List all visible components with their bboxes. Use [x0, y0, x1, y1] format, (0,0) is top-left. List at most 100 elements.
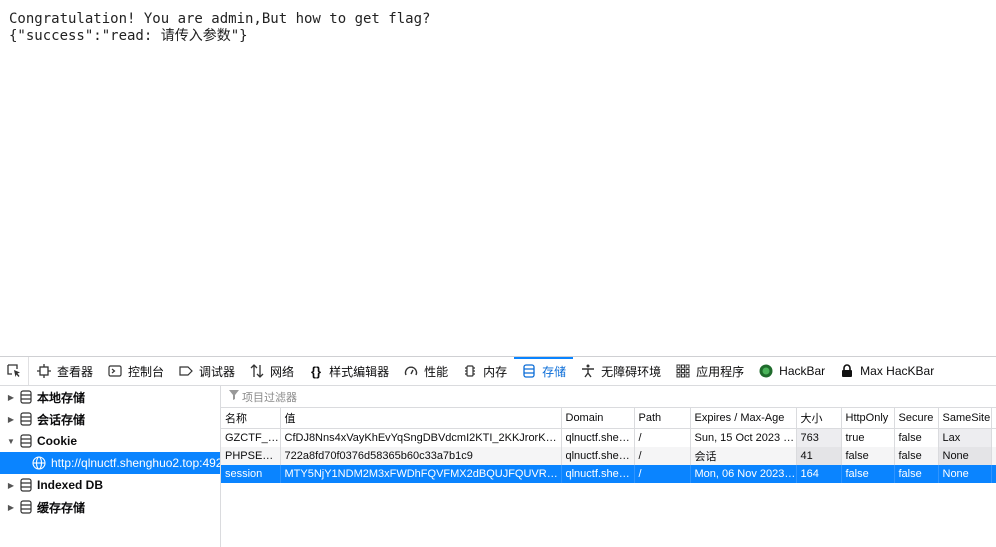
- inspector-icon: [36, 363, 52, 379]
- globe-icon: [32, 456, 46, 470]
- tab-inspector[interactable]: 查看器: [29, 357, 100, 385]
- storage-icon: [521, 363, 537, 379]
- cell: 会话: [690, 447, 797, 465]
- page-message: Congratulation! You are admin,But how to…: [9, 11, 431, 27]
- tree-item-indexed-db[interactable]: ▶ Indexed DB: [0, 474, 220, 496]
- cell: PHPSESSID: [221, 447, 281, 465]
- tree-item-local-storage[interactable]: ▶ 本地存储: [0, 386, 220, 408]
- cell: false: [841, 447, 895, 465]
- cell: None: [938, 447, 992, 465]
- devtools-toolbar: 查看器 控制台 调试器 网络 {} 样式编辑器 性能 内存 存储 无障碍环境 应…: [0, 357, 996, 386]
- cell: 41: [796, 447, 842, 465]
- cell: /: [634, 465, 691, 483]
- cell: qlnuctf.shenghuo2.top: [561, 465, 635, 483]
- performance-icon: [403, 363, 419, 379]
- tab-label: 控制台: [128, 364, 165, 379]
- column-header[interactable]: 最: [991, 408, 996, 429]
- page-content: Congratulation! You are admin,But how to…: [0, 0, 996, 356]
- network-icon: [249, 363, 265, 379]
- cell: false: [894, 465, 939, 483]
- cell: 164: [796, 465, 842, 483]
- tab-label: 存储: [542, 364, 567, 379]
- cell: Lax: [938, 428, 992, 447]
- tab-style-editor[interactable]: {} 样式编辑器: [301, 357, 396, 385]
- cell: MTY5NjY1NDM2M3xFWDhFQVFMX2dBQUJFQUVRQUFB: [280, 465, 562, 483]
- tree-label: Indexed DB: [37, 478, 104, 492]
- tree-label: Cookie: [37, 434, 78, 448]
- cell: true: [841, 428, 895, 447]
- cell: 722a8fd70f0376d58365b60c33a7b1c9: [280, 447, 562, 465]
- cell: /: [634, 447, 691, 465]
- cell: S: [991, 465, 996, 483]
- collapse-arrow-icon[interactable]: ▼: [6, 437, 16, 446]
- column-header[interactable]: HttpOnly: [841, 408, 895, 429]
- tab-storage[interactable]: 存储: [514, 357, 574, 385]
- expand-arrow-icon[interactable]: ▶: [6, 481, 16, 490]
- memory-icon: [462, 363, 478, 379]
- cookie-table-panel: 项目过滤器 名称 值 Domain Path Expires / Max-Age…: [221, 386, 996, 547]
- column-header[interactable]: 大小: [796, 408, 842, 429]
- tab-debugger[interactable]: 调试器: [171, 357, 242, 385]
- cell: qlnuctf.shenghuo2.top: [561, 428, 635, 447]
- tree-label: http://qlnuctf.shenghuo2.top:49269: [51, 456, 220, 470]
- tab-label: Max HacKBar: [860, 364, 935, 378]
- table-row[interactable]: PHPSESSID 722a8fd70f0376d58365b60c33a7b1…: [221, 447, 996, 465]
- tab-max-hackbar[interactable]: Max HacKBar: [832, 357, 941, 385]
- column-header[interactable]: SameSite: [938, 408, 992, 429]
- page-json-response: {"success":"read: 请传入参数"}: [9, 28, 248, 44]
- tree-label: 本地存储: [37, 390, 86, 405]
- storage-tree: ▶ 本地存储 ▶ 会话存储 ▼ Cookie http://qlnuctf.sh…: [0, 386, 221, 547]
- console-icon: [107, 363, 123, 379]
- column-header[interactable]: 值: [280, 408, 562, 429]
- tree-item-session-storage[interactable]: ▶ 会话存储: [0, 408, 220, 430]
- tab-label: 查看器: [57, 364, 94, 379]
- tab-label: 样式编辑器: [329, 364, 390, 379]
- tab-performance[interactable]: 性能: [396, 357, 455, 385]
- accessibility-icon: [580, 363, 596, 379]
- element-picker-button[interactable]: [0, 357, 29, 385]
- expand-arrow-icon[interactable]: ▶: [6, 393, 16, 402]
- tab-label: 性能: [424, 364, 449, 379]
- tab-hackbar[interactable]: HackBar: [751, 357, 832, 385]
- tree-item-cookie[interactable]: ▼ Cookie: [0, 430, 220, 452]
- table-row-selected[interactable]: session MTY5NjY1NDM2M3xFWDhFQVFMX2dBQUJF…: [221, 465, 996, 483]
- tree-label: 缓存存储: [37, 500, 86, 515]
- cell: Sun, 15 Oct 2023 04:31:12 GMT: [690, 428, 797, 447]
- tab-label: HackBar: [779, 364, 826, 378]
- cell: None: [938, 465, 992, 483]
- storage-icon: [20, 434, 32, 448]
- tab-label: 网络: [270, 364, 295, 379]
- cell: S: [991, 447, 996, 465]
- filter-input[interactable]: 项目过滤器: [242, 389, 297, 405]
- column-header[interactable]: Expires / Max-Age: [690, 408, 797, 429]
- tab-accessibility[interactable]: 无障碍环境: [573, 357, 668, 385]
- column-header[interactable]: Path: [634, 408, 691, 429]
- devtools-panel: 查看器 控制台 调试器 网络 {} 样式编辑器 性能 内存 存储 无障碍环境 应…: [0, 356, 996, 547]
- column-header[interactable]: Secure: [894, 408, 939, 429]
- tab-label: 应用程序: [696, 364, 745, 379]
- tree-label: 会话存储: [37, 412, 86, 427]
- column-header[interactable]: Domain: [561, 408, 635, 429]
- cell: false: [894, 447, 939, 465]
- tab-network[interactable]: 网络: [242, 357, 301, 385]
- style-editor-icon: {}: [311, 363, 322, 379]
- expand-arrow-icon[interactable]: ▶: [6, 503, 16, 512]
- cell: Mon, 06 Nov 2023 05:26:03 GMT: [690, 465, 797, 483]
- tab-label: 内存: [483, 364, 508, 379]
- tab-application[interactable]: 应用程序: [668, 357, 751, 385]
- cell: qlnuctf.shenghuo2.top: [561, 447, 635, 465]
- tab-label: 调试器: [199, 364, 236, 379]
- expand-arrow-icon[interactable]: ▶: [6, 415, 16, 424]
- tree-item-cookie-host[interactable]: http://qlnuctf.shenghuo2.top:49269: [0, 452, 220, 474]
- column-header[interactable]: 名称: [221, 408, 281, 429]
- tab-console[interactable]: 控制台: [100, 357, 171, 385]
- storage-icon: [20, 478, 32, 492]
- max-hackbar-icon: [839, 363, 855, 379]
- cell: session: [221, 465, 281, 483]
- tab-memory[interactable]: 内存: [455, 357, 514, 385]
- filter-bar[interactable]: 项目过滤器: [221, 386, 996, 408]
- storage-icon: [20, 390, 32, 404]
- tree-item-cache-storage[interactable]: ▶ 缓存存储: [0, 496, 220, 518]
- cell: S: [991, 428, 996, 447]
- table-row[interactable]: GZCTF_Token CfDJ8Nns4xVayKhEvYqSngDBVdcm…: [221, 428, 996, 447]
